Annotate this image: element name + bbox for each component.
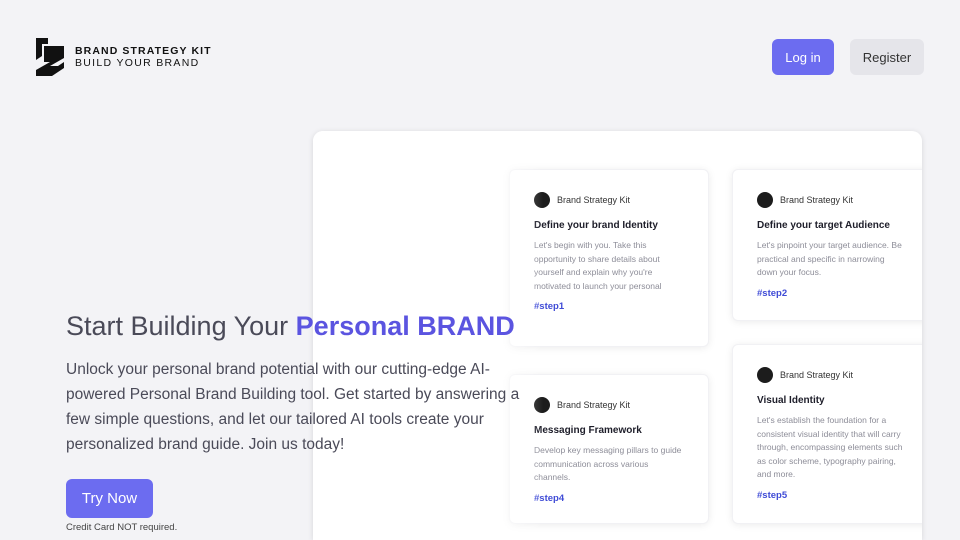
card-brand: Brand Strategy Kit — [557, 400, 631, 410]
step-card: Brand Strategy Kit Define your target Au… — [732, 169, 922, 321]
hero-title-accent: Personal BRAND — [295, 311, 515, 341]
credit-card-note: Credit Card NOT required. — [66, 522, 178, 533]
card-description: Develop key messaging pillars to guide c… — [534, 445, 682, 482]
logo-title: BRAND STRATEGY KIT — [75, 45, 212, 57]
step-tag: #step1 — [534, 301, 565, 312]
card-title: Visual Identity — [757, 395, 825, 406]
card-brand: Brand Strategy Kit — [780, 370, 854, 380]
card-description: Let's establish the foundation for a con… — [757, 415, 903, 479]
step-tag: #step2 — [757, 287, 788, 299]
hero-title-prefix: Start Building Your — [66, 311, 296, 341]
hero-description: Unlock your personal brand potential wit… — [66, 361, 520, 453]
card-description: Let's pinpoint your target audience. Be … — [757, 240, 902, 277]
card-title: Define your target Audience — [757, 220, 890, 231]
brand-logo[interactable]: BRAND STRATEGY KIT BUILD YOUR BRAND — [34, 36, 212, 78]
step-tag: #step5 — [757, 489, 788, 501]
card-brand: Brand Strategy Kit — [557, 195, 631, 205]
hero-title: Start Building Your Personal BRAND — [66, 311, 515, 342]
logo-mark-icon — [36, 38, 64, 76]
login-button[interactable]: Log in — [772, 39, 834, 75]
register-button[interactable]: Register — [850, 39, 924, 75]
card-title: Define your brand Identity — [534, 220, 658, 231]
avatar — [757, 192, 773, 208]
card-description: Let's begin with you. Take this opportun… — [534, 240, 662, 291]
try-now-button[interactable]: Try Now — [66, 479, 153, 518]
step-card: Brand Strategy Kit Visual Identity Let's… — [732, 344, 922, 524]
avatar — [757, 367, 773, 383]
logo-subtitle: BUILD YOUR BRAND — [75, 57, 200, 69]
card-title: Messaging Framework — [534, 425, 642, 436]
step-tag: #step4 — [534, 492, 565, 504]
card-brand: Brand Strategy Kit — [780, 195, 854, 205]
